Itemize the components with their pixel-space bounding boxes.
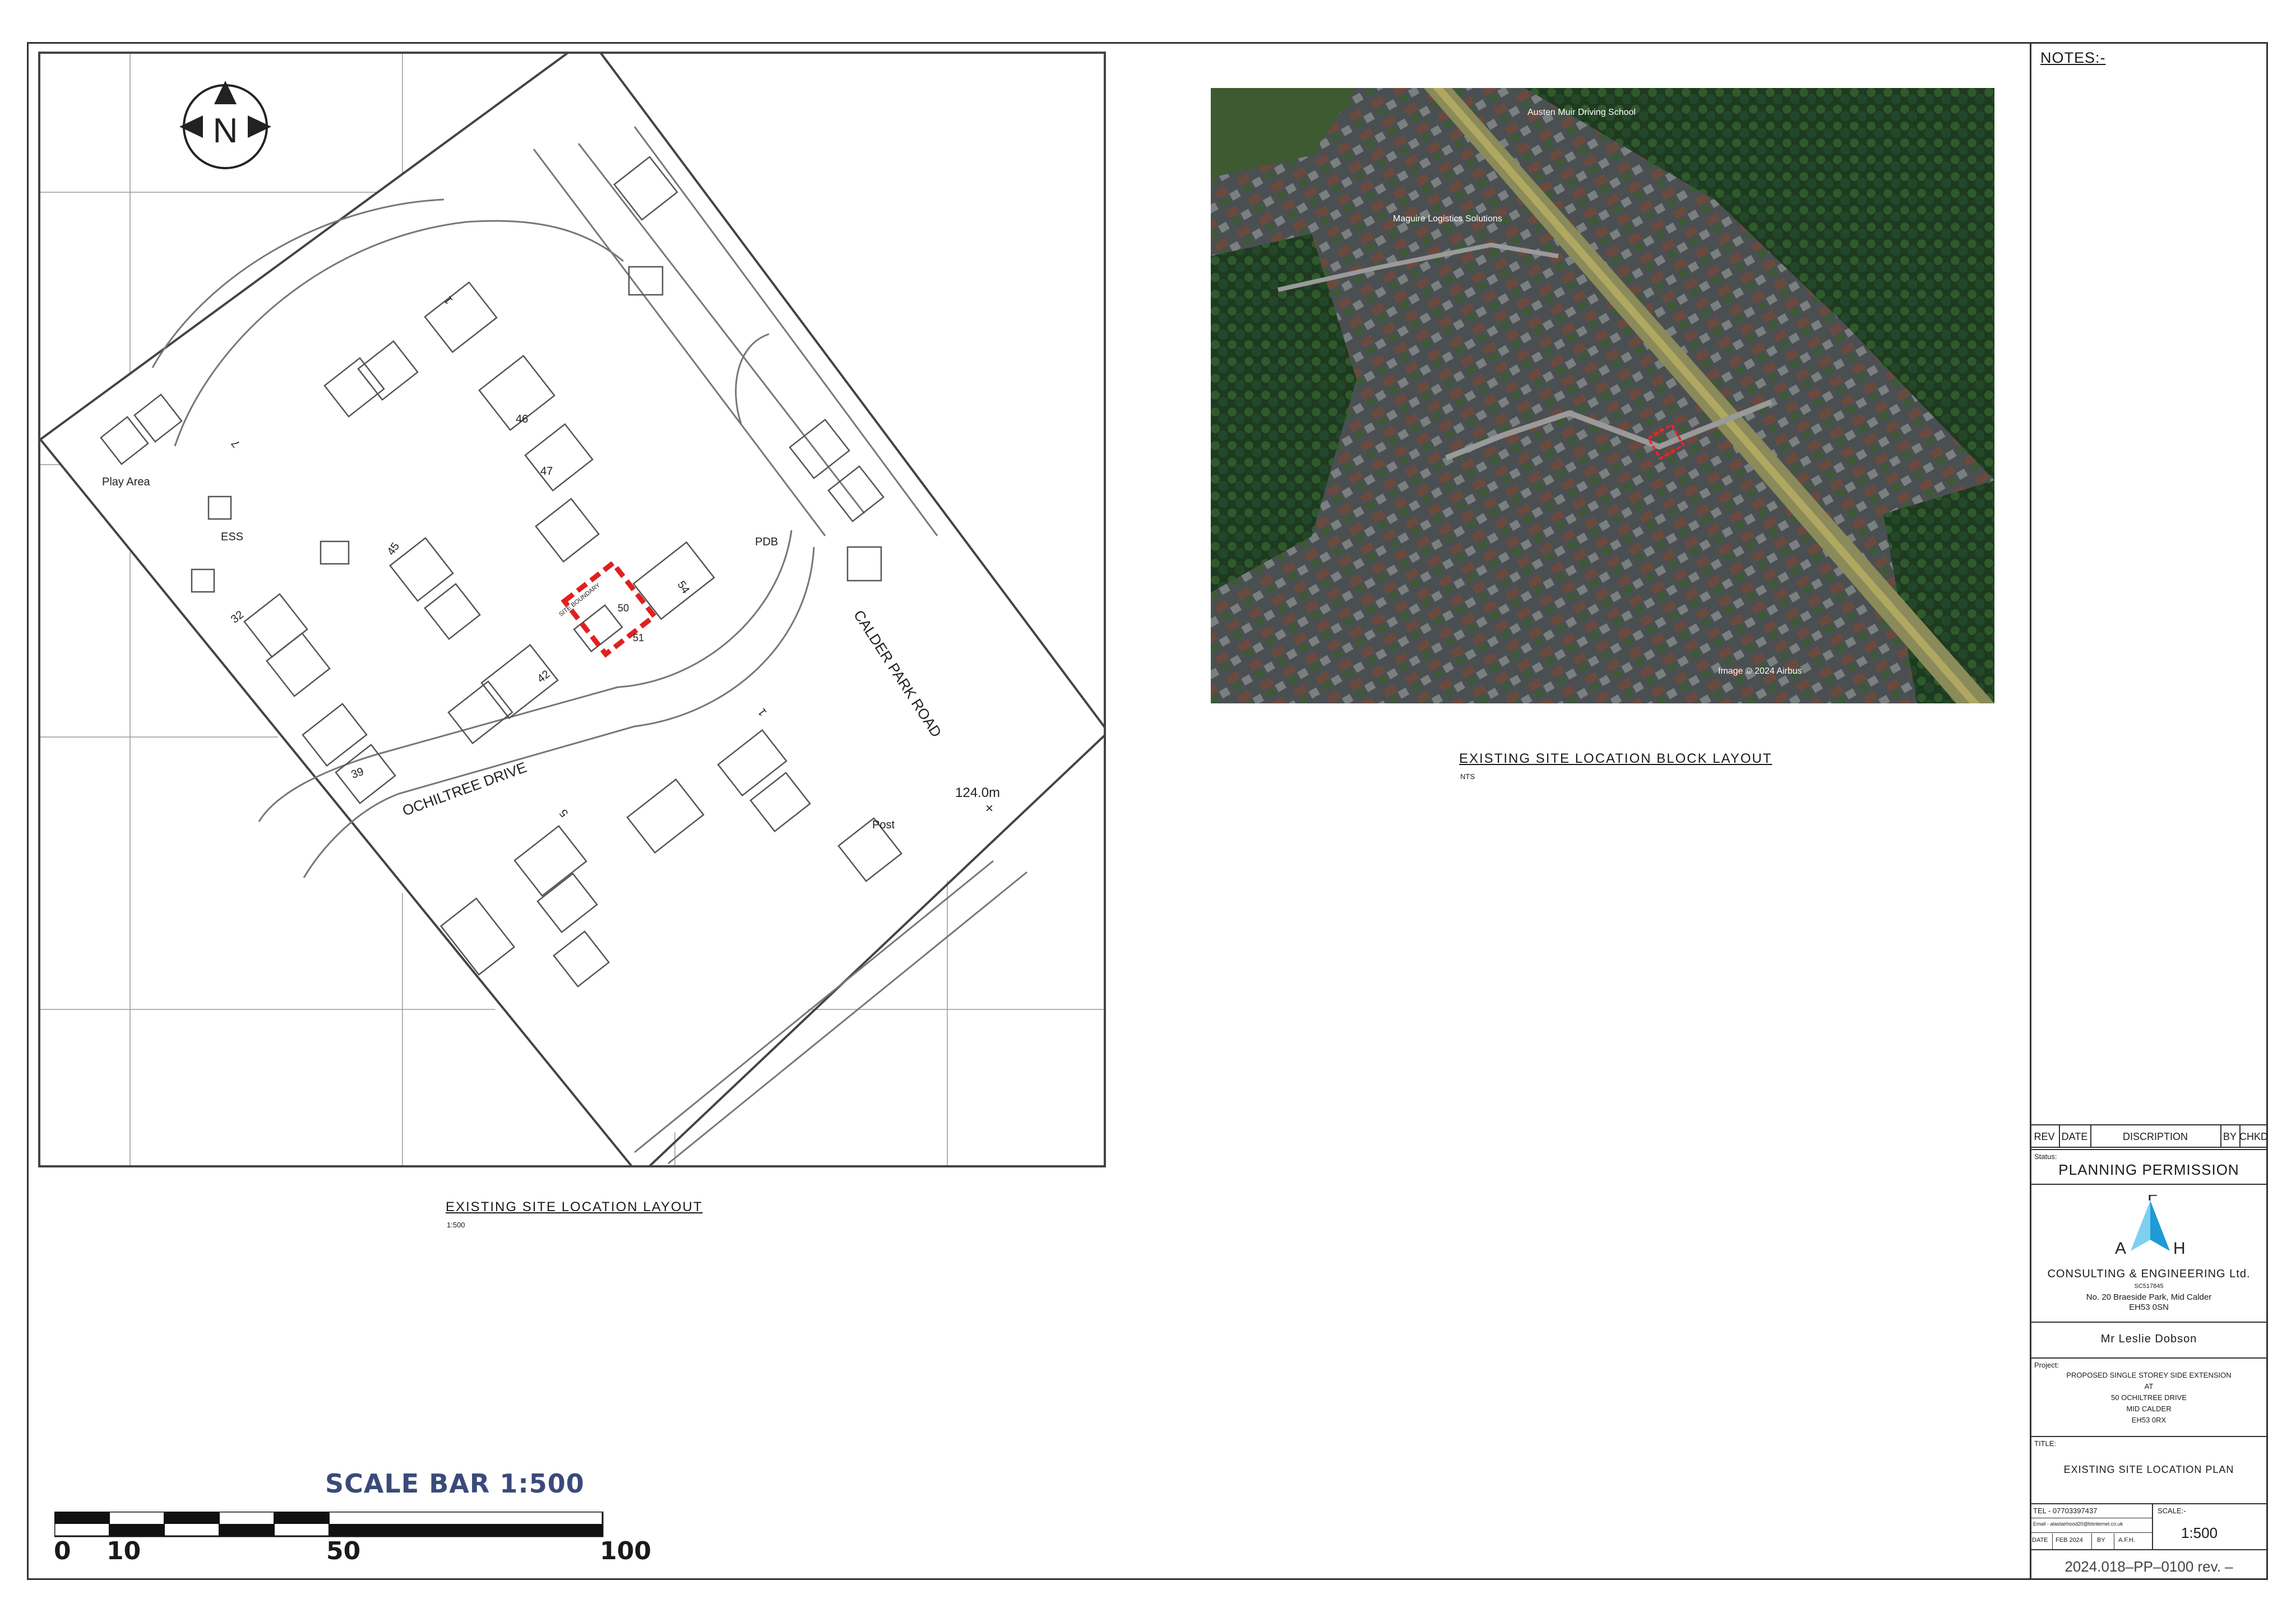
- logo-letter-f: F: [2147, 1195, 2158, 1204]
- company-reg: SC517845: [2134, 1283, 2164, 1290]
- site-plan-drawing: N Play Area ESS PDB 124.0m × Post CALDER…: [40, 54, 1104, 1165]
- scale-tick-10: 10: [107, 1537, 141, 1565]
- logo-letter-a: A: [2115, 1239, 2126, 1258]
- client-name: Mr Leslie Dobson: [2100, 1333, 2197, 1345]
- scale-bar: [54, 1512, 604, 1537]
- company-logo: F A H: [2115, 1195, 2186, 1258]
- site-plan-caption-scale: 1:500: [447, 1221, 465, 1229]
- aerial-caption-scale: NTS: [1460, 772, 1475, 781]
- aerial-label-maguire: Maguire Logistics Solutions: [1393, 214, 1502, 224]
- label-level: 124.0m: [955, 785, 1000, 800]
- drawing-number: 2024.018–PP–0100 rev. –: [2064, 1558, 2233, 1575]
- rev-col-date: DATE: [2059, 1125, 2091, 1148]
- project-label: Project:: [2034, 1361, 2059, 1369]
- info-box: TEL - 07703397437 Email - alastairhood20…: [2030, 1503, 2268, 1549]
- label-51: 51: [633, 632, 644, 643]
- north-label: N: [213, 112, 238, 150]
- project-line-3: 50 OCHILTREE DRIVE: [2111, 1393, 2187, 1402]
- status-box: Status: PLANNING PERMISSION: [2030, 1149, 2268, 1184]
- company-box: F A H CONSULTING & ENGINEERING Ltd. SC51…: [2030, 1184, 2268, 1322]
- site-plan-caption: EXISTING SITE LOCATION LAYOUT: [446, 1199, 703, 1215]
- title-box: TITLE: EXISTING SITE LOCATION PLAN: [2030, 1436, 2268, 1503]
- project-line-1: PROPOSED SINGLE STOREY SIDE EXTENSION: [2066, 1371, 2232, 1379]
- project-line-5: EH53 0RX: [2131, 1416, 2167, 1424]
- email: Email - alastairhood20@btinternet.co.uk: [2033, 1521, 2123, 1527]
- company-address-2: EH53 0SN: [2129, 1303, 2169, 1312]
- project-line-4: MID CALDER: [2126, 1405, 2172, 1413]
- project-line-2: AT: [2144, 1382, 2154, 1391]
- aerial-label-credit: Image © 2024 Airbus: [1718, 666, 1802, 676]
- drawing-number-box: 2024.018–PP–0100 rev. –: [2030, 1549, 2268, 1580]
- rev-col-chkd: CHKD: [2239, 1131, 2269, 1142]
- label-47: 47: [540, 465, 553, 478]
- label-50: 50: [618, 603, 629, 614]
- label-pdb: PDB: [755, 536, 778, 548]
- project-box: Project: PROPOSED SINGLE STOREY SIDE EXT…: [2030, 1357, 2268, 1436]
- label-46: 46: [516, 413, 528, 425]
- label-play-area: Play Area: [102, 476, 150, 488]
- client-box: Mr Leslie Dobson: [2030, 1322, 2268, 1357]
- scale-value: 1:500: [2181, 1524, 2218, 1541]
- aerial-photo: Austen Muir Driving School Maguire Logis…: [1211, 88, 1994, 703]
- aerial-photo-drawing: Austen Muir Driving School Maguire Logis…: [1211, 88, 1994, 703]
- logo-letter-h: H: [2173, 1239, 2186, 1258]
- date-value: FEB 2024: [2056, 1537, 2083, 1544]
- label-level-mark: ×: [985, 801, 993, 816]
- company-address-1: No. 20 Braeside Park, Mid Calder: [2086, 1292, 2212, 1302]
- label-post: Post: [872, 819, 895, 831]
- scale-label: SCALE:-: [2158, 1507, 2186, 1515]
- scale-tick-100: 100: [600, 1537, 651, 1565]
- rev-col-description: DISCRIPTION: [2090, 1125, 2221, 1148]
- drawing-title: EXISTING SITE LOCATION PLAN: [2063, 1464, 2234, 1475]
- notes-label: NOTES:-: [2040, 49, 2106, 66]
- label-ess: ESS: [221, 531, 243, 543]
- aerial-label-austen: Austen Muir Driving School: [1527, 108, 1636, 117]
- rev-col-by: BY: [2220, 1125, 2241, 1148]
- scale-tick-50: 50: [326, 1537, 361, 1565]
- site-plan-map: N Play Area ESS PDB 124.0m × Post CALDER…: [38, 52, 1106, 1167]
- by-value: A.F.H.: [2118, 1537, 2135, 1544]
- aerial-caption: EXISTING SITE LOCATION BLOCK LAYOUT: [1459, 751, 1772, 766]
- by-label: BY: [2097, 1537, 2105, 1544]
- status-label: Status:: [2034, 1152, 2057, 1161]
- tel: TEL - 07703397437: [2033, 1507, 2098, 1515]
- revision-table-header: REV DATE DISCRIPTION BY CHKD: [2030, 1124, 2268, 1148]
- company-name: CONSULTING & ENGINEERING Ltd.: [2047, 1268, 2251, 1280]
- scale-bar-title: SCALE BAR 1:500: [325, 1468, 585, 1499]
- rev-col-rev: REV: [2030, 1125, 2060, 1148]
- contact-cell: TEL - 07703397437 Email - alastairhood20…: [2030, 1504, 2153, 1549]
- date-label: DATE: [2032, 1537, 2048, 1544]
- scale-tick-0: 0: [54, 1537, 71, 1565]
- title-label: TITLE:: [2034, 1439, 2057, 1448]
- status-value: PLANNING PERMISSION: [2058, 1161, 2239, 1178]
